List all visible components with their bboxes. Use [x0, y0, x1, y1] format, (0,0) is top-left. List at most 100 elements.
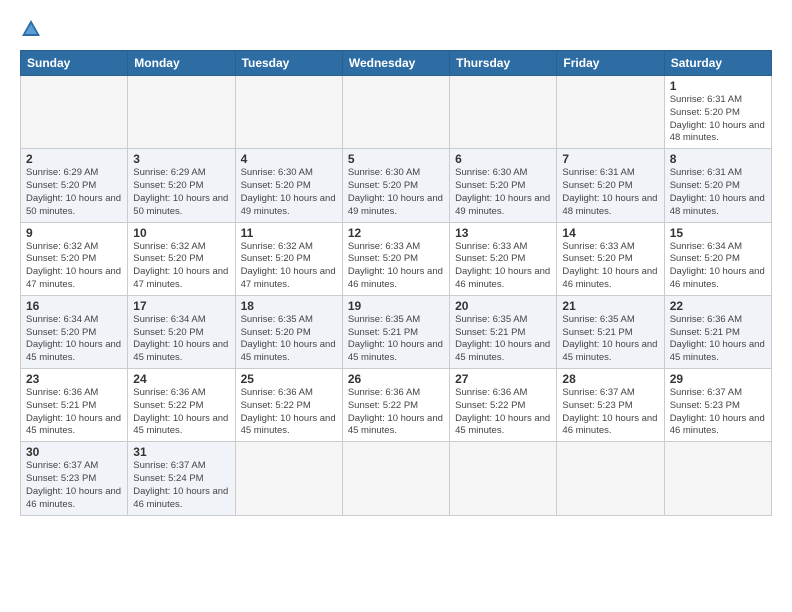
week-row-2: 9Sunrise: 6:32 AMSunset: 5:20 PMDaylight…	[21, 222, 772, 295]
day-number: 1	[670, 79, 766, 93]
day-number: 5	[348, 152, 444, 166]
calendar: SundayMondayTuesdayWednesdayThursdayFrid…	[20, 50, 772, 516]
day-number: 24	[133, 372, 229, 386]
day-info: Sunrise: 6:33 AMSunset: 5:20 PMDaylight:…	[348, 241, 444, 292]
day-number: 25	[241, 372, 337, 386]
day-info: Sunrise: 6:35 AMSunset: 5:21 PMDaylight:…	[348, 314, 444, 365]
day-number: 4	[241, 152, 337, 166]
day-cell-7: 7Sunrise: 6:31 AMSunset: 5:20 PMDaylight…	[557, 149, 664, 222]
day-cell-27: 27Sunrise: 6:36 AMSunset: 5:22 PMDayligh…	[450, 369, 557, 442]
day-number: 11	[241, 226, 337, 240]
day-info: Sunrise: 6:29 AMSunset: 5:20 PMDaylight:…	[26, 167, 122, 218]
day-number: 2	[26, 152, 122, 166]
logo	[20, 18, 46, 40]
empty-cell	[664, 442, 771, 515]
day-number: 17	[133, 299, 229, 313]
day-info: Sunrise: 6:35 AMSunset: 5:20 PMDaylight:…	[241, 314, 337, 365]
day-info: Sunrise: 6:31 AMSunset: 5:20 PMDaylight:…	[670, 167, 766, 218]
day-number: 23	[26, 372, 122, 386]
day-info: Sunrise: 6:36 AMSunset: 5:22 PMDaylight:…	[455, 387, 551, 438]
day-info: Sunrise: 6:32 AMSunset: 5:20 PMDaylight:…	[241, 241, 337, 292]
day-info: Sunrise: 6:36 AMSunset: 5:21 PMDaylight:…	[670, 314, 766, 365]
day-cell-16: 16Sunrise: 6:34 AMSunset: 5:20 PMDayligh…	[21, 295, 128, 368]
header	[20, 18, 772, 40]
day-cell-31: 31Sunrise: 6:37 AMSunset: 5:24 PMDayligh…	[128, 442, 235, 515]
day-number: 14	[562, 226, 658, 240]
day-info: Sunrise: 6:30 AMSunset: 5:20 PMDaylight:…	[348, 167, 444, 218]
day-info: Sunrise: 6:32 AMSunset: 5:20 PMDaylight:…	[133, 241, 229, 292]
day-number: 27	[455, 372, 551, 386]
day-cell-21: 21Sunrise: 6:35 AMSunset: 5:21 PMDayligh…	[557, 295, 664, 368]
day-info: Sunrise: 6:33 AMSunset: 5:20 PMDaylight:…	[455, 241, 551, 292]
day-cell-26: 26Sunrise: 6:36 AMSunset: 5:22 PMDayligh…	[342, 369, 449, 442]
week-row-5: 30Sunrise: 6:37 AMSunset: 5:23 PMDayligh…	[21, 442, 772, 515]
day-cell-28: 28Sunrise: 6:37 AMSunset: 5:23 PMDayligh…	[557, 369, 664, 442]
day-header-sunday: Sunday	[21, 51, 128, 76]
day-cell-8: 8Sunrise: 6:31 AMSunset: 5:20 PMDaylight…	[664, 149, 771, 222]
day-cell-13: 13Sunrise: 6:33 AMSunset: 5:20 PMDayligh…	[450, 222, 557, 295]
day-info: Sunrise: 6:35 AMSunset: 5:21 PMDaylight:…	[562, 314, 658, 365]
day-number: 8	[670, 152, 766, 166]
empty-cell	[450, 76, 557, 149]
day-info: Sunrise: 6:30 AMSunset: 5:20 PMDaylight:…	[455, 167, 551, 218]
days-header-row: SundayMondayTuesdayWednesdayThursdayFrid…	[21, 51, 772, 76]
day-cell-18: 18Sunrise: 6:35 AMSunset: 5:20 PMDayligh…	[235, 295, 342, 368]
day-info: Sunrise: 6:34 AMSunset: 5:20 PMDaylight:…	[26, 314, 122, 365]
day-number: 30	[26, 445, 122, 459]
empty-cell	[450, 442, 557, 515]
day-info: Sunrise: 6:35 AMSunset: 5:21 PMDaylight:…	[455, 314, 551, 365]
day-header-monday: Monday	[128, 51, 235, 76]
day-number: 16	[26, 299, 122, 313]
day-info: Sunrise: 6:34 AMSunset: 5:20 PMDaylight:…	[670, 241, 766, 292]
day-info: Sunrise: 6:33 AMSunset: 5:20 PMDaylight:…	[562, 241, 658, 292]
day-cell-25: 25Sunrise: 6:36 AMSunset: 5:22 PMDayligh…	[235, 369, 342, 442]
day-number: 7	[562, 152, 658, 166]
empty-cell	[557, 76, 664, 149]
day-cell-14: 14Sunrise: 6:33 AMSunset: 5:20 PMDayligh…	[557, 222, 664, 295]
day-info: Sunrise: 6:32 AMSunset: 5:20 PMDaylight:…	[26, 241, 122, 292]
day-cell-22: 22Sunrise: 6:36 AMSunset: 5:21 PMDayligh…	[664, 295, 771, 368]
day-number: 29	[670, 372, 766, 386]
day-number: 31	[133, 445, 229, 459]
day-number: 6	[455, 152, 551, 166]
day-header-wednesday: Wednesday	[342, 51, 449, 76]
day-number: 19	[348, 299, 444, 313]
day-cell-12: 12Sunrise: 6:33 AMSunset: 5:20 PMDayligh…	[342, 222, 449, 295]
day-info: Sunrise: 6:37 AMSunset: 5:24 PMDaylight:…	[133, 460, 229, 511]
day-cell-3: 3Sunrise: 6:29 AMSunset: 5:20 PMDaylight…	[128, 149, 235, 222]
day-info: Sunrise: 6:30 AMSunset: 5:20 PMDaylight:…	[241, 167, 337, 218]
day-number: 28	[562, 372, 658, 386]
day-number: 21	[562, 299, 658, 313]
week-row-1: 2Sunrise: 6:29 AMSunset: 5:20 PMDaylight…	[21, 149, 772, 222]
logo-icon	[20, 18, 42, 40]
day-number: 10	[133, 226, 229, 240]
day-info: Sunrise: 6:34 AMSunset: 5:20 PMDaylight:…	[133, 314, 229, 365]
day-cell-19: 19Sunrise: 6:35 AMSunset: 5:21 PMDayligh…	[342, 295, 449, 368]
day-cell-15: 15Sunrise: 6:34 AMSunset: 5:20 PMDayligh…	[664, 222, 771, 295]
empty-cell	[235, 442, 342, 515]
day-number: 12	[348, 226, 444, 240]
day-number: 13	[455, 226, 551, 240]
day-info: Sunrise: 6:31 AMSunset: 5:20 PMDaylight:…	[562, 167, 658, 218]
day-header-saturday: Saturday	[664, 51, 771, 76]
day-cell-29: 29Sunrise: 6:37 AMSunset: 5:23 PMDayligh…	[664, 369, 771, 442]
day-info: Sunrise: 6:37 AMSunset: 5:23 PMDaylight:…	[26, 460, 122, 511]
day-info: Sunrise: 6:36 AMSunset: 5:22 PMDaylight:…	[348, 387, 444, 438]
day-info: Sunrise: 6:29 AMSunset: 5:20 PMDaylight:…	[133, 167, 229, 218]
day-cell-1: 1Sunrise: 6:31 AMSunset: 5:20 PMDaylight…	[664, 76, 771, 149]
day-number: 3	[133, 152, 229, 166]
week-row-3: 16Sunrise: 6:34 AMSunset: 5:20 PMDayligh…	[21, 295, 772, 368]
day-cell-9: 9Sunrise: 6:32 AMSunset: 5:20 PMDaylight…	[21, 222, 128, 295]
day-header-friday: Friday	[557, 51, 664, 76]
day-cell-30: 30Sunrise: 6:37 AMSunset: 5:23 PMDayligh…	[21, 442, 128, 515]
day-cell-4: 4Sunrise: 6:30 AMSunset: 5:20 PMDaylight…	[235, 149, 342, 222]
week-row-0: 1Sunrise: 6:31 AMSunset: 5:20 PMDaylight…	[21, 76, 772, 149]
day-cell-20: 20Sunrise: 6:35 AMSunset: 5:21 PMDayligh…	[450, 295, 557, 368]
week-row-4: 23Sunrise: 6:36 AMSunset: 5:21 PMDayligh…	[21, 369, 772, 442]
page: SundayMondayTuesdayWednesdayThursdayFrid…	[0, 0, 792, 612]
day-info: Sunrise: 6:31 AMSunset: 5:20 PMDaylight:…	[670, 94, 766, 145]
day-header-thursday: Thursday	[450, 51, 557, 76]
day-number: 22	[670, 299, 766, 313]
empty-cell	[342, 442, 449, 515]
day-info: Sunrise: 6:36 AMSunset: 5:22 PMDaylight:…	[133, 387, 229, 438]
